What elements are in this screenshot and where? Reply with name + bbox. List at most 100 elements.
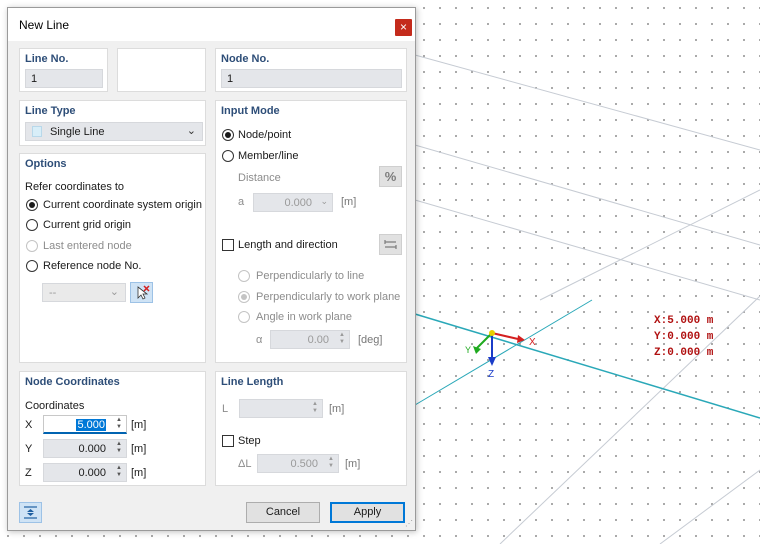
delta-l-value: 0.500 (290, 458, 318, 470)
line-length-label: Line Length (221, 376, 284, 388)
percent-toggle-button[interactable]: % (379, 166, 402, 187)
work-plane-line (414, 299, 593, 406)
dropdown-chevron-icon: ⌄ (320, 196, 328, 206)
y-coordinate-value: 0.000 (78, 443, 106, 455)
line-length-input[interactable]: ▲ ▼ (239, 399, 323, 418)
radio-perp-line[interactable] (238, 270, 250, 282)
distance-a-input[interactable]: 0.000 ⌄ (253, 193, 333, 212)
perp-plane-label[interactable]: Perpendicularly to work plane (256, 291, 400, 303)
cs-origin-label[interactable]: Current coordinate system origin (43, 199, 202, 211)
radio-node-point[interactable] (222, 129, 234, 141)
spinner-arrows-icon[interactable]: ▲ ▼ (116, 441, 122, 455)
spinner-arrows-icon[interactable]: ▲ ▼ (116, 417, 122, 431)
coord-x-readout: X:5.000 m (654, 315, 714, 327)
line-type-value: Single Line (50, 126, 105, 138)
delta-l-label: ΔL (238, 458, 252, 470)
cancel-button[interactable]: Cancel (246, 502, 320, 523)
length-direction-label[interactable]: Length and direction (238, 239, 338, 251)
dialog-title: New Line (19, 18, 70, 32)
z-coordinate-input[interactable]: 0.000 ▲ ▼ (43, 463, 127, 482)
node-point-label[interactable]: Node/point (238, 129, 291, 141)
z-label: Z (25, 467, 32, 479)
member-line-label[interactable]: Member/line (238, 150, 299, 162)
close-button[interactable]: × (395, 19, 412, 36)
ref-node-label[interactable]: Reference node No. (43, 260, 141, 272)
x-coordinate-input[interactable]: 5.000 ▲ ▼ (43, 415, 127, 434)
line-type-swatch-icon (32, 126, 42, 137)
x-label: X (25, 419, 33, 431)
step-label[interactable]: Step (238, 435, 261, 447)
y-label: Y (25, 443, 33, 455)
new-line-dialog: New Line × Line No. 1 Node No. 1 Line Ty… (7, 7, 416, 531)
refer-coordinates-label: Refer coordinates to (25, 181, 125, 193)
radio-member-line[interactable] (222, 150, 234, 162)
grid-line (659, 469, 760, 544)
y-coordinate-input[interactable]: 0.000 ▲ ▼ (43, 439, 127, 458)
alpha-unit: [deg] (358, 334, 383, 346)
grid-line (539, 189, 760, 301)
node-coordinates-label: Node Coordinates (25, 376, 120, 388)
resize-dialog-icon (24, 506, 37, 519)
alpha-label: α (256, 334, 263, 346)
input-mode-label: Input Mode (221, 105, 280, 117)
step-checkbox[interactable] (222, 435, 234, 447)
delta-l-input[interactable]: 0.500 ▲ ▼ (257, 454, 339, 473)
perp-line-label[interactable]: Perpendicularly to line (256, 270, 364, 282)
radio-angle-plane[interactable] (238, 311, 250, 323)
dialog-titlebar[interactable]: New Line × (8, 8, 415, 41)
ref-node-value: -- (49, 287, 57, 299)
radio-last-node[interactable] (26, 240, 38, 252)
grid-origin-label[interactable]: Current grid origin (43, 219, 131, 231)
pick-node-icon (137, 285, 150, 300)
l-label: L (222, 403, 229, 415)
cursor-node-marker (489, 330, 495, 336)
x-coordinate-value: 5.000 (76, 419, 106, 431)
coord-y-readout: Y:0.000 m (654, 331, 714, 343)
length-direction-checkbox[interactable] (222, 239, 234, 251)
node-no-label: Node No. (221, 53, 270, 65)
grid-line (414, 199, 760, 301)
ref-node-select[interactable]: -- ⌄ (42, 283, 126, 302)
resize-grip-icon[interactable]: ⋰ (405, 520, 413, 528)
y-axis-label: Y (465, 345, 471, 355)
line-no-field[interactable]: 1 (25, 69, 103, 88)
spinner-arrows-icon: ▲ ▼ (339, 332, 345, 345)
pick-node-button[interactable] (130, 282, 153, 303)
z-unit: [m] (131, 467, 147, 479)
coordinates-label: Coordinates (25, 400, 85, 412)
empty-panel (117, 48, 206, 92)
last-node-label[interactable]: Last entered node (43, 240, 132, 252)
angle-plane-label[interactable]: Angle in work plane (256, 311, 352, 323)
z-axis-label: Z (488, 369, 494, 380)
node-no-field[interactable]: 1 (221, 69, 402, 88)
cursor-coordinates: X:5.000 m Y:0.000 m Z:0.000 m (654, 313, 713, 361)
spinner-arrows-icon[interactable]: ▲ ▼ (116, 465, 122, 479)
y-unit: [m] (131, 443, 147, 455)
radio-ref-node[interactable] (26, 260, 38, 272)
radio-grid-origin[interactable] (26, 219, 38, 231)
alpha-input[interactable]: 0.00 ▲ ▼ (270, 330, 350, 349)
line-type-select[interactable]: Single Line ⌄ (25, 122, 203, 141)
chevron-down-icon: ⌄ (109, 286, 119, 298)
grid-line (414, 54, 760, 151)
direction-toggle-button[interactable] (379, 234, 402, 255)
options-label: Options (25, 158, 67, 170)
line-length-panel: Line Length L ▲ ▼ [m] Step ΔL 0.500 ▲ ▼ [m… (215, 371, 407, 486)
alpha-value: 0.00 (307, 334, 329, 346)
l-unit: [m] (329, 403, 345, 415)
radio-cs-origin[interactable] (26, 199, 38, 211)
radio-perp-plane[interactable] (238, 291, 250, 303)
line-no-panel: Line No. 1 (19, 48, 108, 92)
a-label: a (238, 196, 245, 208)
spinner-arrows-icon: ▲ ▼ (328, 456, 334, 469)
line-no-label: Line No. (25, 53, 69, 65)
line-type-panel: Line Type Single Line ⌄ (19, 100, 206, 146)
z-coordinate-value: 0.000 (78, 467, 106, 479)
dialog-options-button[interactable] (19, 502, 42, 523)
node-no-panel: Node No. 1 (215, 48, 407, 92)
grid-line (499, 295, 760, 544)
node-coordinates-panel: Node Coordinates Coordinates X 5.000 ▲ ▼ … (19, 371, 206, 486)
distance-a-value: 0.000 (284, 197, 312, 209)
input-mode-panel: Input Mode Node/point Member/line Distan… (215, 100, 407, 363)
apply-button[interactable]: Apply (330, 502, 405, 523)
